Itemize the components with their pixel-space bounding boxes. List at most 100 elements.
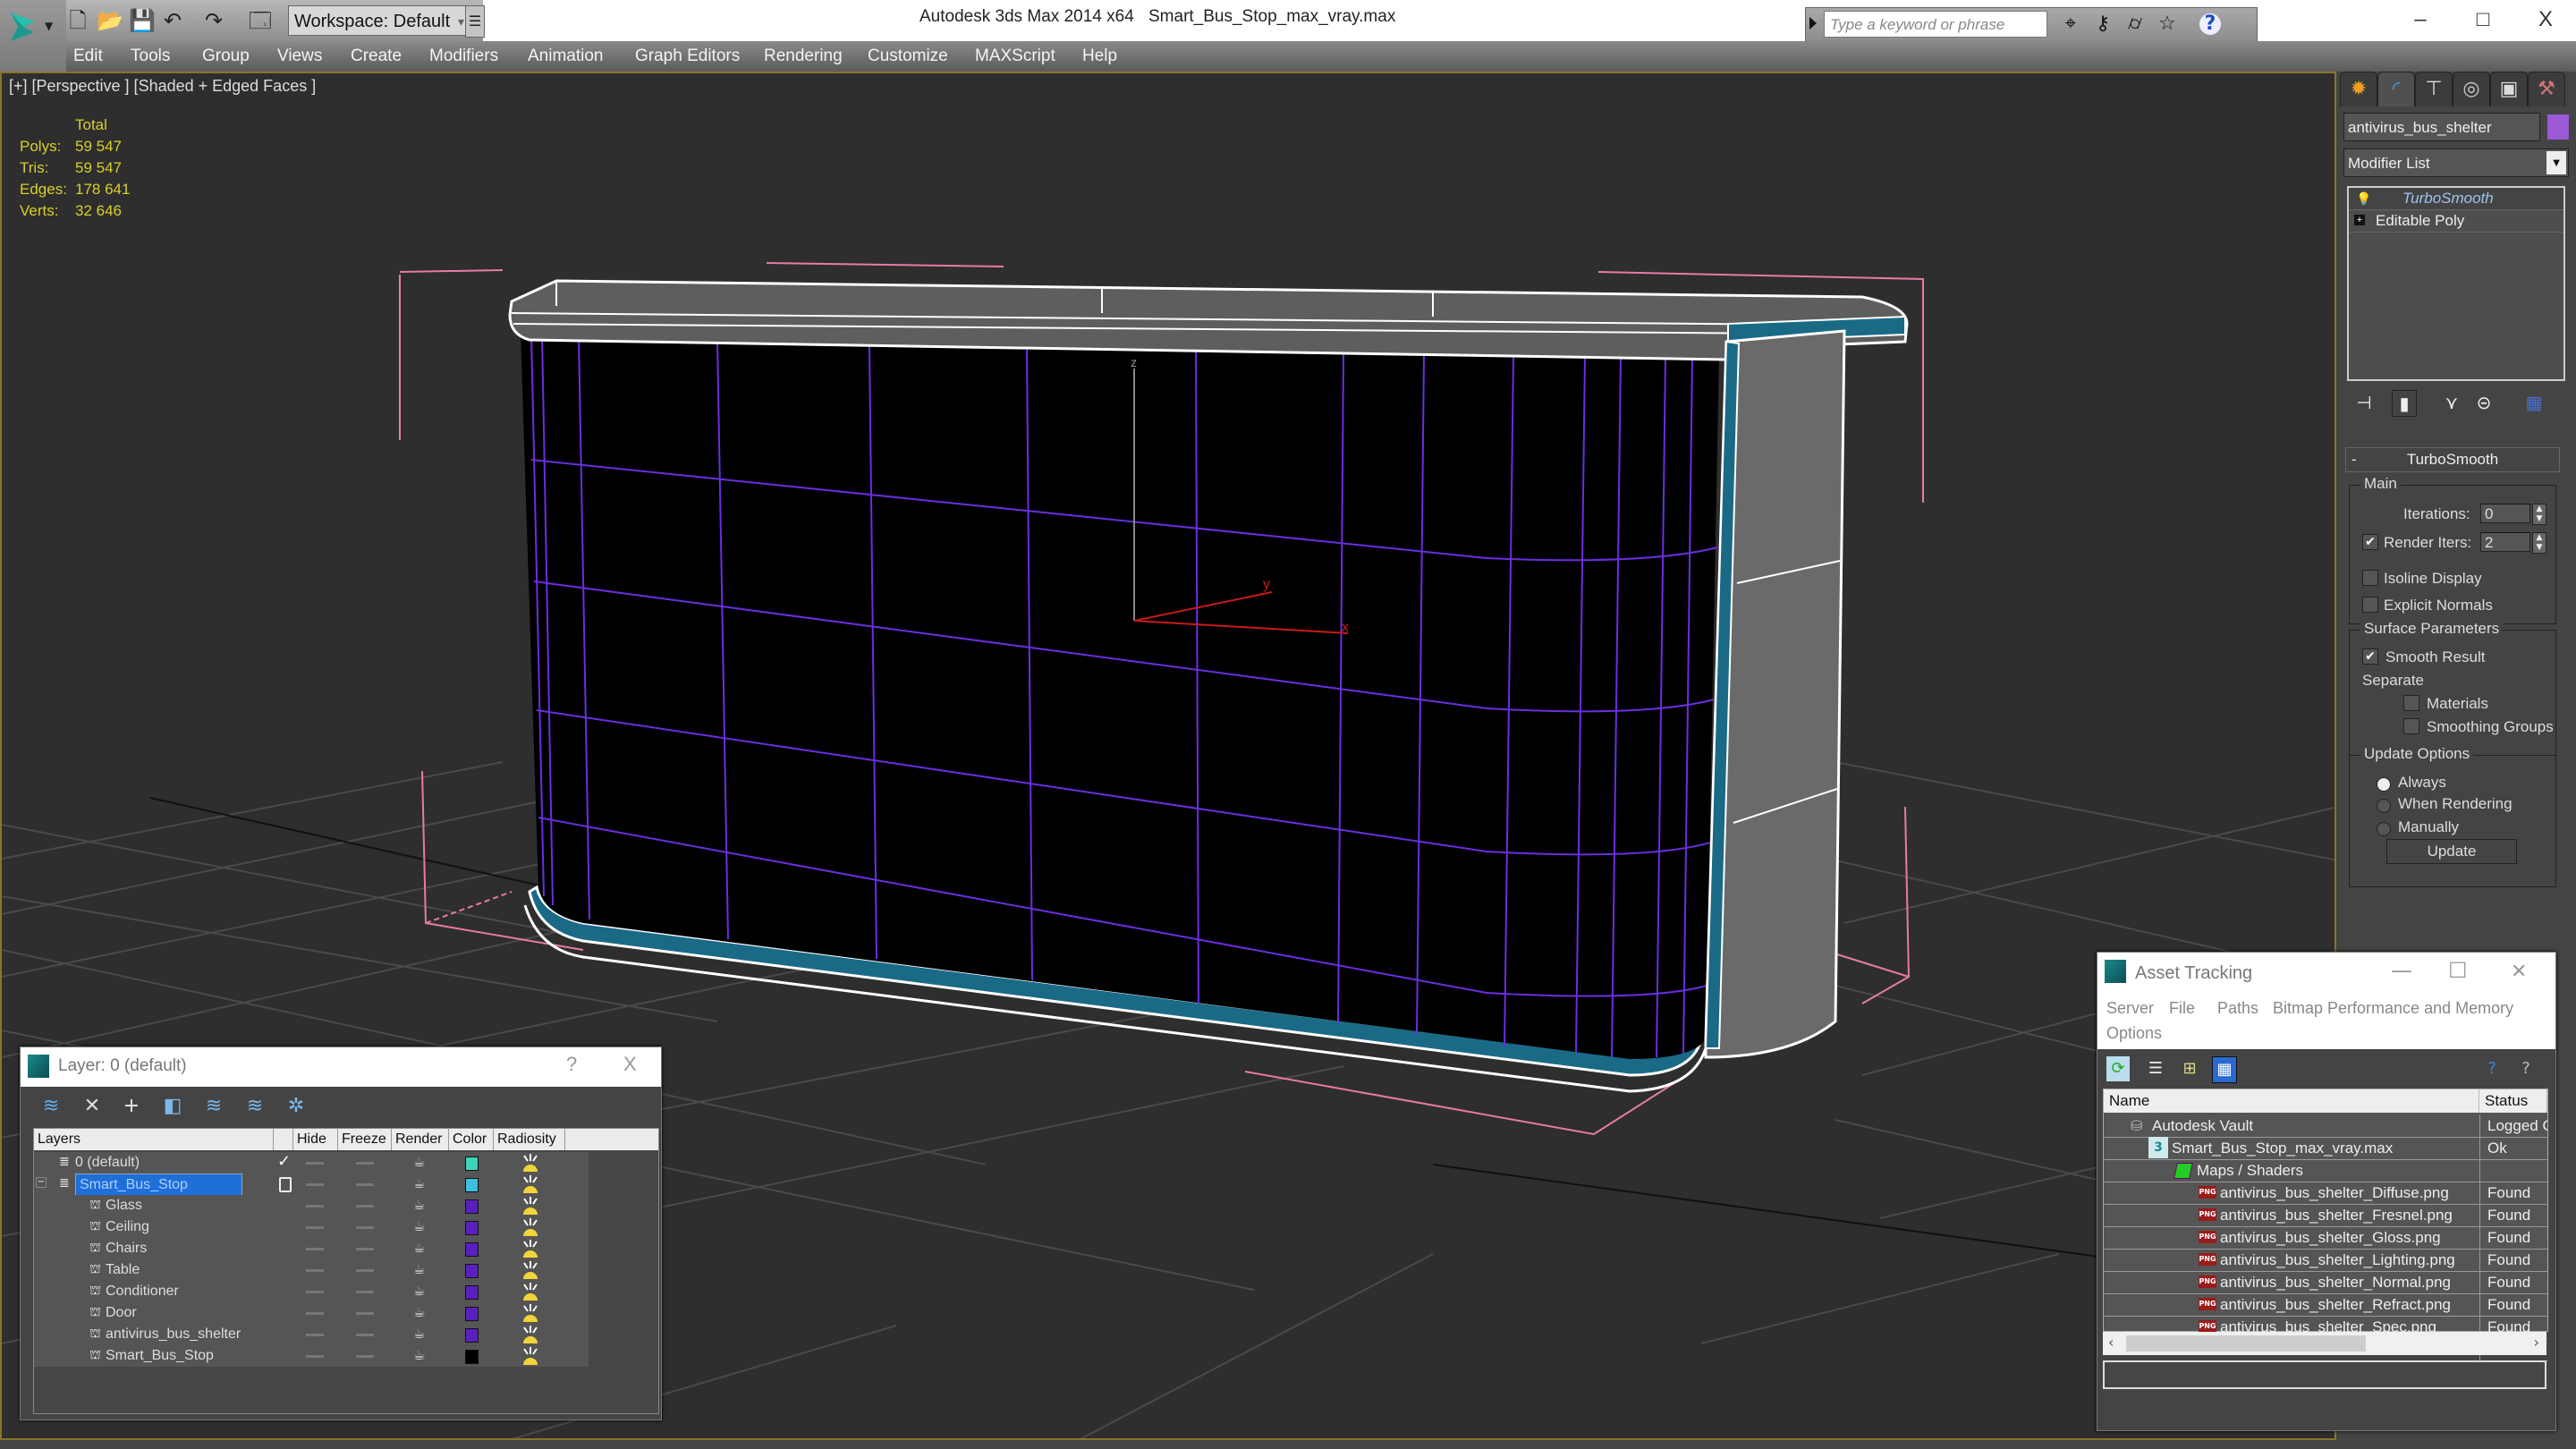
utilities-tab-icon[interactable]: ⚒ <box>2528 72 2565 106</box>
radiosity-sun-icon[interactable] <box>521 1152 540 1174</box>
spinner-arrows-icon[interactable]: ▲ ▼ <box>2532 504 2546 525</box>
col-current[interactable] <box>274 1129 293 1150</box>
render-teapot-icon[interactable]: ☕ <box>413 1326 425 1342</box>
delete-layer-icon[interactable]: ✕ <box>80 1094 105 1119</box>
menu-bitmap-performance[interactable]: Bitmap Performance and Memory <box>2273 999 2513 1018</box>
key-icon[interactable]: ⚷ <box>2090 12 2115 37</box>
menu-views[interactable]: Views <box>277 41 322 72</box>
hide-toggle[interactable] <box>306 1269 324 1272</box>
minimize-button[interactable]: — <box>2391 958 2412 983</box>
help-button[interactable]: ? <box>566 1053 577 1076</box>
menu-paths[interactable]: Paths <box>2217 999 2258 1018</box>
radiosity-sun-icon[interactable] <box>521 1174 540 1195</box>
current-layer-checkmark-icon[interactable]: ✓ <box>277 1152 291 1171</box>
freeze-toggle[interactable] <box>356 1205 374 1208</box>
layer-color-swatch[interactable] <box>465 1350 479 1364</box>
table-view-icon[interactable]: ▦ <box>2212 1056 2237 1083</box>
horizontal-scrollbar[interactable]: ‹ › <box>2103 1332 2546 1355</box>
workspace-dropdown[interactable]: Workspace: Default ▾ <box>288 5 469 36</box>
lightbulb-icon[interactable]: 💡 <box>2356 188 2371 209</box>
layer-row[interactable]: ⛫ Smart_Bus_Stop ☕ <box>34 1345 589 1367</box>
add-to-layer-icon[interactable]: + <box>119 1094 144 1119</box>
layer-name[interactable]: antivirus_bus_shelter <box>106 1324 241 1345</box>
binoculars-icon[interactable]: ⌖ <box>2058 12 2083 37</box>
object-name-field[interactable]: antivirus_bus_shelter <box>2343 113 2540 141</box>
radiosity-sun-icon[interactable] <box>521 1259 540 1281</box>
menu-create[interactable]: Create <box>351 41 402 72</box>
layer-row[interactable]: ⛫ Ceiling ☕ <box>34 1216 589 1238</box>
turbosmooth-rollout-header[interactable]: - TurboSmooth <box>2345 447 2560 472</box>
layer-row[interactable]: ⛫ Door ☕ <box>34 1302 589 1324</box>
open-file-icon[interactable]: 📂 <box>97 9 123 32</box>
render-teapot-icon[interactable]: ☕ <box>413 1197 425 1213</box>
hide-toggle[interactable] <box>306 1183 324 1186</box>
minimize-button[interactable]: – <box>2402 4 2438 36</box>
search-input[interactable]: Type a keyword or phrase <box>1824 11 2047 38</box>
make-current-icon[interactable] <box>279 1177 292 1192</box>
layer-color-swatch[interactable] <box>465 1242 479 1257</box>
layer-name[interactable]: Door <box>106 1302 137 1324</box>
layer-row[interactable]: ≣ 0 (default) ✓ ☕ <box>34 1152 589 1174</box>
menu-file[interactable]: File <box>2169 999 2195 1018</box>
radiosity-sun-icon[interactable] <box>521 1195 540 1216</box>
redo-icon[interactable]: ↷ <box>202 9 225 32</box>
new-file-icon[interactable]: 🗋 <box>66 9 89 32</box>
freeze-toggle[interactable] <box>356 1291 374 1293</box>
pin-stack-icon[interactable]: ⊣ <box>2352 390 2376 415</box>
freeze-unfreeze-icon[interactable]: ✲ <box>284 1094 309 1119</box>
separate-smoothing-groups-checkbox[interactable] <box>2403 718 2419 734</box>
layer-color-swatch[interactable] <box>465 1264 479 1278</box>
separate-materials-checkbox[interactable] <box>2403 695 2419 711</box>
hide-toggle[interactable] <box>306 1205 324 1208</box>
freeze-toggle[interactable] <box>356 1162 374 1165</box>
hide-unhide-icon[interactable]: ≋ <box>242 1094 267 1119</box>
update-when-rendering-radio[interactable] <box>2377 799 2391 813</box>
expand-arrow-icon[interactable] <box>1809 17 1817 30</box>
hide-toggle[interactable] <box>306 1162 324 1165</box>
freeze-toggle[interactable] <box>356 1334 374 1336</box>
layer-row[interactable]: ⛫ Glass ☕ <box>34 1195 589 1216</box>
radiosity-sun-icon[interactable] <box>521 1281 540 1302</box>
col-layers[interactable]: Layers <box>34 1129 274 1150</box>
show-end-result-icon[interactable]: ▮ <box>2392 390 2417 417</box>
scrollbar-thumb[interactable] <box>2126 1335 2366 1352</box>
close-button[interactable]: ✕ <box>2511 960 2527 983</box>
menu-group[interactable]: Group <box>202 41 250 72</box>
layer-name[interactable]: Table <box>106 1259 140 1281</box>
col-radiosity[interactable]: Radiosity <box>494 1129 565 1150</box>
layer-row[interactable]: ⛫ antivirus_bus_shelter ☕ <box>34 1324 589 1345</box>
radiosity-sun-icon[interactable] <box>521 1216 540 1238</box>
layer-color-swatch[interactable] <box>465 1157 479 1171</box>
asset-row[interactable]: PNG antivirus_bus_shelter_Diffuse.png Foun… <box>2104 1182 2547 1205</box>
menu-help[interactable]: Help <box>1082 41 1117 72</box>
hide-toggle[interactable] <box>306 1226 324 1229</box>
layer-row[interactable]: ⛫ Conditioner ☕ <box>34 1281 589 1302</box>
smooth-result-checkbox[interactable]: ✔ <box>2362 648 2378 665</box>
layer-color-swatch[interactable] <box>465 1285 479 1300</box>
remove-modifier-icon[interactable]: ⊝ <box>2472 390 2496 415</box>
scroll-right-icon[interactable]: › <box>2534 1334 2539 1351</box>
create-layer-icon[interactable]: ≋ <box>38 1094 64 1119</box>
col-name[interactable]: Name <box>2104 1089 2479 1113</box>
layer-color-swatch[interactable] <box>465 1178 479 1192</box>
stack-item-editable-poly[interactable]: + Editable Poly <box>2349 210 2563 233</box>
motion-tab-icon[interactable]: ◎ <box>2453 72 2490 106</box>
layer-name[interactable]: Smart_Bus_Stop <box>106 1345 214 1367</box>
asset-row[interactable]: PNG antivirus_bus_shelter_Lighting.png Fou… <box>2104 1249 2547 1272</box>
collapse-icon[interactable]: − <box>36 1177 47 1188</box>
menu-graph-editors[interactable]: Graph Editors <box>635 41 740 72</box>
radiosity-sun-icon[interactable] <box>521 1345 540 1367</box>
asset-row[interactable]: 3 Smart_Bus_Stop_max_vray.max Ok <box>2104 1137 2547 1160</box>
render-iters-spinner[interactable]: 2 <box>2480 532 2530 552</box>
menu-options[interactable]: Options <box>2106 1024 2162 1043</box>
freeze-toggle[interactable] <box>356 1248 374 1250</box>
freeze-toggle[interactable] <box>356 1312 374 1315</box>
save-icon[interactable]: 💾 <box>129 9 156 32</box>
maximize-button[interactable]: ☐ <box>2448 958 2468 983</box>
freeze-toggle[interactable] <box>356 1355 374 1358</box>
close-button[interactable]: X <box>623 1053 637 1076</box>
expand-plus-icon[interactable]: + <box>2354 215 2365 225</box>
isoline-display-checkbox[interactable] <box>2362 570 2378 586</box>
menu-server[interactable]: Server <box>2106 999 2154 1018</box>
render-teapot-icon[interactable]: ☕ <box>413 1261 425 1277</box>
